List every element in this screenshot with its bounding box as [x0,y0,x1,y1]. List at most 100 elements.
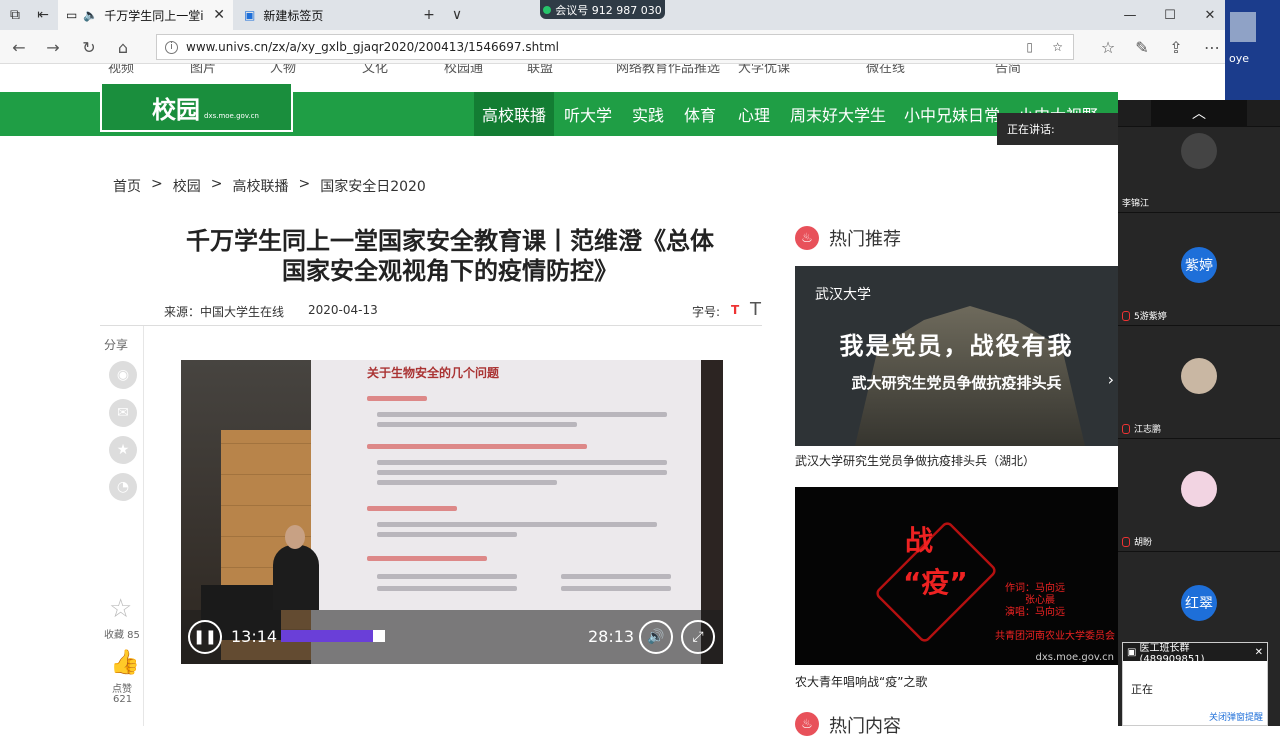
tab-article[interactable]: ▭ 🔈 千万学生同上一堂ⅰ ✕ [58,0,233,30]
participant-name: 江志鹏 [1122,422,1161,435]
qq-header: ▣ 医工班长群(489909851) ✕ [1123,643,1267,665]
new-tab-button[interactable]: + [418,4,440,26]
progress-bar[interactable] [281,630,579,642]
more-icon[interactable]: ⋯ [1201,36,1223,58]
hot-heading-text: 热门推荐 [829,229,901,250]
refresh-icon[interactable]: ↻ [78,36,100,58]
participant-tile[interactable]: 紫婷 5游紫婷 [1118,212,1280,325]
breadcrumb-item[interactable]: 国家安全日2020 [320,176,426,196]
top-menu-item[interactable]: 人物 [270,64,296,76]
hot-item-image[interactable]: 战 “疫” 作词：马向远 张心晨 演唱：马向远 共青团河南农业大学委员会 dxs… [795,487,1118,665]
avatar: 紫婷 [1181,247,1217,283]
mic-muted-icon [1122,536,1130,547]
top-menu-item[interactable]: 图片 [190,64,216,76]
video-controls: ❚❚ 13:14 28:13 🔊 ⤢ [181,610,723,664]
nav-item[interactable]: 听大学 [564,92,612,136]
pause-icon[interactable]: ❚❚ [188,620,222,654]
like-icon[interactable]: 👍 [110,648,140,676]
audio-icon[interactable]: 🔈 [83,8,98,22]
address-bar: ← → ↻ ⌂ i www.univs.cn/zx/a/xy_gxlb_gjaq… [0,30,1225,64]
image-credit: 演唱：马向远 [1005,607,1065,618]
set-aside-tabs-icon[interactable]: ⇤ [32,4,54,26]
favorite-icon[interactable]: ☆ [109,594,132,624]
top-menu-item[interactable]: 联盟 [527,64,553,76]
top-menu-item[interactable]: 校园通 [444,64,483,76]
top-menu-item[interactable]: 文化 [362,64,388,76]
close-window-button[interactable]: ✕ [1190,4,1230,26]
page-icon: ▭ [66,8,78,22]
back-icon[interactable]: ← [8,36,30,58]
fullscreen-icon[interactable]: ⤢ [681,620,715,654]
desktop-icon[interactable] [1230,12,1256,42]
participant-tile[interactable]: 江志鹏 [1118,325,1280,438]
meeting-panel: ︿ 李锦江 紫婷 5游紫婷 江志鹏 胡盼 红翠 [1118,100,1280,726]
font-small-button[interactable]: T [731,303,739,317]
nav-item[interactable]: 周末好大学生 [790,92,886,136]
top-menu-item[interactable]: 微在线 [866,64,905,76]
home-icon[interactable]: ⌂ [112,36,134,58]
font-large-button[interactable]: T [750,299,761,320]
top-menu: 视频 图片 人物 文化 校园通 联盟 网络教育作品推选 大学优课 微在线 告简 [0,64,1118,78]
nav-item[interactable]: 实践 [632,92,664,136]
share-icon[interactable]: ⇪ [1165,36,1187,58]
qq-close-link[interactable]: 关闭弹窗提醒 [1209,710,1263,723]
qq-title: 医工班长群(489909851) [1139,643,1205,665]
site-logo[interactable]: 校园 dxs.moe.gov.cn [100,84,293,132]
notes-icon[interactable]: ✎ [1131,36,1153,58]
share-column: 分享 ◉ ✉ ★ ◔ ☆ 收藏 85 👍 点赞 621 [100,326,144,726]
participant-tile[interactable]: 李锦江 [1118,126,1280,212]
top-menu-item[interactable]: 大学优课 [738,64,790,76]
favorites-icon[interactable]: ☆ [1097,36,1119,58]
breadcrumb-separator: > [298,176,311,192]
participant-name: 李锦江 [1122,199,1150,209]
tab-actions-icon[interactable]: ⧉ [4,4,26,26]
wechat-icon[interactable]: ✉ [109,399,137,427]
progress-knob[interactable] [373,630,386,642]
url-field[interactable]: i www.univs.cn/zx/a/xy_gxlb_gjaqr2020/20… [156,34,1074,60]
video-player[interactable]: 关于生物安全的几个问题 ❚❚ 13:14 28:13 🔊 ⤢ [181,360,723,664]
close-icon[interactable]: ✕ [1255,647,1263,658]
carousel-next-icon[interactable]: › [1108,370,1114,389]
hot-item-image[interactable]: 武汉大学 我是党员，战役有我 武大研究生党员争做抗疫排头兵 › [795,266,1118,446]
volume-icon[interactable]: 🔊 [639,620,673,654]
avatar [1181,358,1217,394]
url-text: www.univs.cn/zx/a/xy_gxlb_gjaqr2020/2004… [186,40,559,54]
breadcrumb-item[interactable]: 校园 [173,176,201,196]
tab-title: 千万学生同上一堂ⅰ [104,8,204,23]
nav-item[interactable]: 体育 [684,92,716,136]
mic-muted-icon [1122,310,1130,321]
info-icon[interactable]: i [165,40,178,54]
forward-icon[interactable]: → [42,36,64,58]
fire-icon: ♨ [795,712,819,736]
hot-item-caption[interactable]: 农大青年唱响战“疫”之歌 [795,673,927,690]
breadcrumb-separator: > [151,176,163,192]
nav-item[interactable]: 小中兄妹日常 [904,92,1000,136]
qzone-icon[interactable]: ★ [109,436,137,464]
slide-title: 关于生物安全的几个问题 [367,366,500,380]
nav-item[interactable]: 心理 [738,92,770,136]
breadcrumb-separator: > [210,176,223,192]
reading-view-icon[interactable]: ▯ [1026,40,1033,54]
image-word: 战 [905,524,934,557]
close-tab-icon[interactable]: ✕ [213,7,225,23]
nav-item-gxlb[interactable]: 高校联播 [474,92,555,136]
top-menu-item[interactable]: 告简 [995,64,1021,76]
participant-tile[interactable]: 胡盼 [1118,438,1280,551]
breadcrumb-item[interactable]: 高校联播 [232,176,288,196]
desktop-label: oye [1229,52,1250,65]
qq-notification[interactable]: ▣ 医工班长群(489909851) ✕ 正在 关闭弹窗提醒 [1122,642,1268,726]
top-menu-item[interactable]: 视频 [108,64,134,76]
breadcrumb-home[interactable]: 首页 [113,176,141,196]
favorite-star-icon[interactable]: ☆ [1052,40,1063,54]
tab-new[interactable]: ▣ 新建标签页 [236,0,406,30]
top-menu-item[interactable]: 网络教育作品推选 [616,64,720,76]
collapse-icon[interactable]: ︿ [1151,100,1247,126]
weibo-icon[interactable]: ◉ [109,361,137,389]
maximize-button[interactable]: ☐ [1150,4,1190,26]
hot-item-caption[interactable]: 武汉大学研究生党员争做抗疫排头兵（湖北） [795,452,1035,469]
tab-menu-icon[interactable]: ∨ [446,4,468,26]
minimize-button[interactable]: — [1110,4,1150,26]
article-source: 来源：中国大学生在线 [164,305,285,319]
qq-icon[interactable]: ◔ [109,473,137,501]
current-time: 13:14 [231,627,278,646]
